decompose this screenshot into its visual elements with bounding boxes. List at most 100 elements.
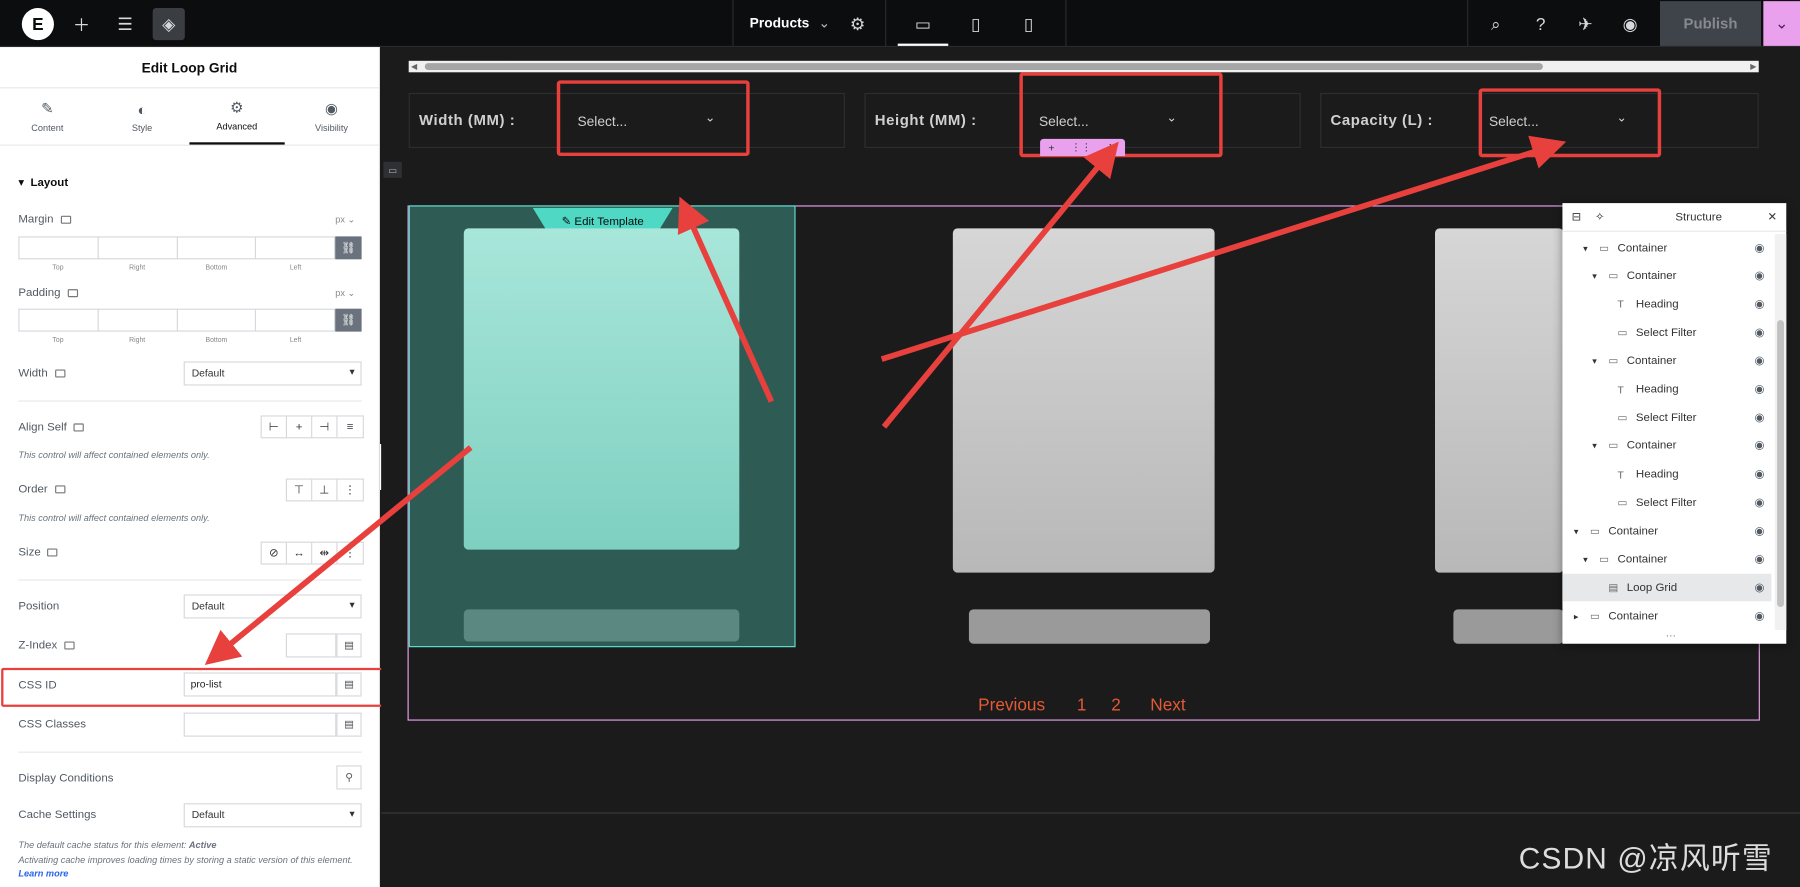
position-select[interactable]: Default [183,594,362,619]
eye-icon[interactable]: ◉ [1754,553,1764,566]
tab-advanced[interactable]: ⚙ Advanced [189,88,285,145]
size-more-icon[interactable]: ⋮ [338,543,363,564]
margin-left-input[interactable] [255,236,336,260]
section-handle-icon[interactable]: ▭ [383,161,402,178]
structure-item[interactable]: ▾ ▭ Container ◉ [1562,234,1771,262]
padding-bottom-input[interactable] [176,308,256,332]
padding-top-input[interactable] [18,308,98,332]
mobile-device-icon[interactable]: ▯ [1013,8,1045,40]
structure-item[interactable]: ▭ Select Filter ◉ [1562,489,1771,517]
margin-unit-select[interactable]: px ⌄ [335,215,355,225]
layout-section-header[interactable]: ▾ Layout [18,177,68,190]
eye-icon[interactable]: ◉ [1754,270,1764,283]
scrollbar-thumb[interactable] [1777,320,1784,608]
eye-icon[interactable]: ◉ [1754,355,1764,368]
margin-top-input[interactable] [18,236,98,260]
ai-sparkle-icon[interactable]: ✧ [1595,211,1605,224]
publish-button[interactable]: Publish [1660,1,1762,46]
structure-item[interactable]: ▤ Loop Grid ◉ [1562,574,1772,602]
pagination-previous[interactable]: Previous [978,695,1045,715]
eye-icon[interactable]: ◉ [1754,525,1764,538]
structure-item[interactable]: T Heading ◉ [1562,291,1771,319]
structure-item[interactable]: ▾ ▭ Container ◉ [1562,262,1771,290]
eye-icon[interactable]: ◉ [1754,298,1764,311]
publish-options-chevron-icon[interactable]: ⌄ [1763,1,1800,46]
page-settings-gear-icon[interactable]: ⚙ [841,8,873,40]
more-icon[interactable]: ⋯ [1666,630,1676,643]
structure-layers-icon[interactable]: ◈ [152,8,185,41]
order-last-icon[interactable]: ⊥ [312,479,338,501]
learn-more-link[interactable]: Learn more [18,869,68,879]
caret-down-icon[interactable]: ▾ [1592,441,1597,451]
help-icon[interactable]: ? [1525,8,1557,40]
dynamic-tags-icon[interactable]: ▤ [336,712,362,737]
pagination-page-2[interactable]: 2 [1111,695,1121,715]
elementor-logo-icon[interactable]: E [21,8,54,41]
tab-style[interactable]: ◐ Style [95,88,190,144]
margin-link-icon[interactable]: ⛓ [335,236,362,260]
structure-item[interactable]: ▾ ▭ Container ◉ [1562,347,1771,375]
close-icon[interactable]: ✕ [1108,141,1117,154]
eye-icon[interactable]: ◉ [1754,383,1764,396]
horizontal-scrollbar[interactable]: ◀ ▶ [408,60,1759,73]
structure-scrollbar[interactable] [1774,234,1787,630]
caret-down-icon[interactable]: ▾ [1583,554,1588,564]
eye-icon[interactable]: ◉ [1754,582,1764,595]
align-end-icon[interactable]: ⊣ [312,416,338,438]
caret-down-icon[interactable]: ▾ [1574,526,1579,536]
padding-right-input[interactable] [97,308,177,332]
notifications-rocket-icon[interactable]: ✈ [1569,8,1601,40]
order-first-icon[interactable]: ⊤ [287,479,313,501]
container-handle-toolbar[interactable]: + ⋮⋮ ✕ [1040,138,1126,157]
structure-item[interactable]: T Heading ◉ [1562,376,1771,404]
padding-left-input[interactable] [255,308,336,332]
tab-content[interactable]: ✎ Content [0,88,95,144]
structure-item[interactable]: ▭ Select Filter ◉ [1562,404,1771,432]
dynamic-tags-icon[interactable]: ▤ [336,633,362,658]
add-element-icon[interactable]: ＋ [65,8,97,40]
eye-icon[interactable]: ◉ [1754,610,1764,623]
tablet-device-icon[interactable]: ▯ [960,8,992,40]
structure-item[interactable]: ▾ ▭ Container ◉ [1562,432,1771,460]
align-center-icon[interactable]: + [287,416,313,438]
size-none-icon[interactable]: ⊘ [262,542,287,564]
size-grow-icon[interactable]: ↔ [287,542,313,564]
padding-unit-select[interactable]: px ⌄ [335,288,355,298]
caret-down-icon[interactable]: ▾ [1583,243,1588,253]
preview-eye-icon[interactable]: ◉ [1614,8,1646,40]
margin-right-input[interactable] [97,236,177,260]
pagination-next[interactable]: Next [1150,695,1185,715]
page-selector[interactable]: Products ⌄ [750,15,830,31]
align-start-icon[interactable]: ⊢ [262,416,287,438]
eye-icon[interactable]: ◉ [1754,412,1764,425]
site-settings-icon[interactable]: ☰ [109,8,141,40]
collapse-icon[interactable]: ⊟ [1572,211,1582,224]
eye-icon[interactable]: ◉ [1754,327,1764,340]
align-stretch-icon[interactable]: ≡ [338,417,363,438]
padding-link-icon[interactable]: ⛓ [335,308,362,332]
desktop-device-icon[interactable]: ▭ [907,8,939,40]
order-more-icon[interactable]: ⋮ [338,480,363,501]
caret-down-icon[interactable]: ▾ [1592,356,1597,366]
structure-item[interactable]: ▾ ▭ Container ◉ [1562,518,1771,546]
eye-icon[interactable]: ◉ [1754,242,1764,255]
caret-right-icon[interactable]: ▸ [1574,611,1579,621]
pagination-page-1[interactable]: 1 [1077,695,1087,715]
structure-item[interactable]: T Heading ◉ [1562,461,1771,489]
add-icon[interactable]: + [1048,142,1054,153]
structure-item[interactable]: ▾ ▭ Container ◉ [1562,546,1771,574]
display-conditions-icon[interactable]: ⚲ [336,765,362,790]
structure-item[interactable]: ▭ Select Filter ◉ [1562,319,1771,347]
scroll-right-icon[interactable]: ▶ [1750,62,1756,71]
search-icon[interactable]: ⌕ [1480,8,1512,40]
eye-icon[interactable]: ◉ [1754,440,1764,453]
scroll-left-icon[interactable]: ◀ [411,62,417,71]
css-classes-input[interactable] [183,712,337,737]
scrollbar-thumb[interactable] [424,63,1543,70]
cache-select[interactable]: Default [183,803,362,828]
zindex-input[interactable] [285,633,337,658]
drag-handle-icon[interactable]: ⋮⋮ [1071,141,1092,154]
margin-bottom-input[interactable] [176,236,256,260]
eye-icon[interactable]: ◉ [1754,468,1764,481]
tab-visibility[interactable]: ◉ Visibility [284,88,379,144]
